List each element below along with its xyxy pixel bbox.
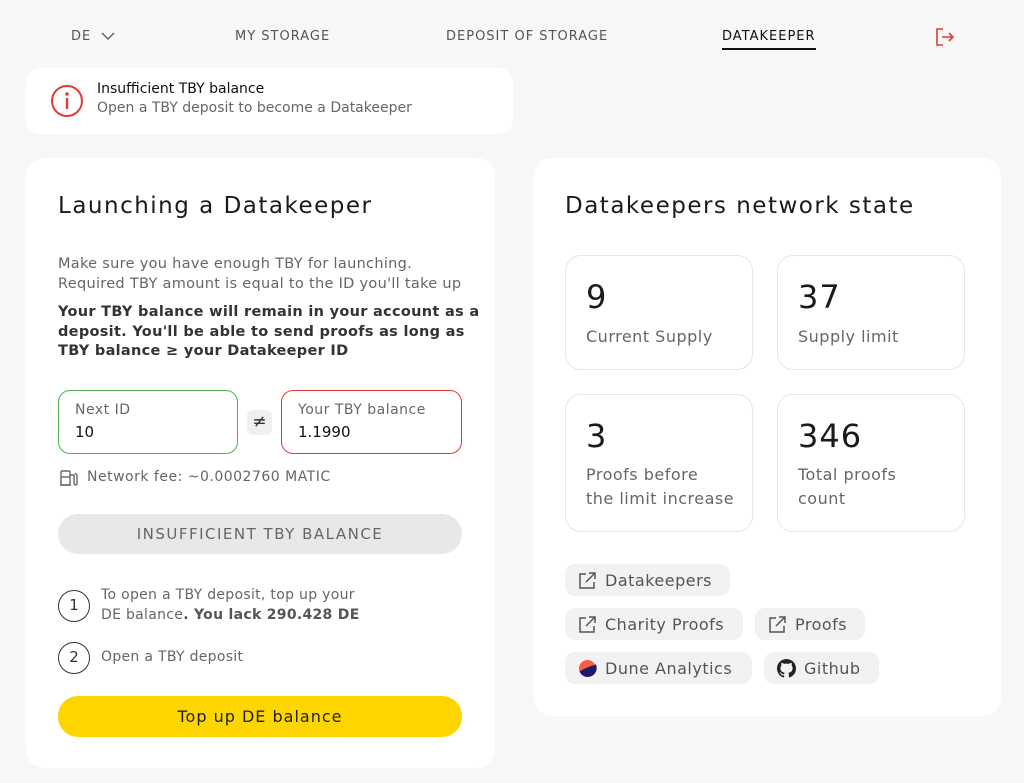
tby-balance-label: Your TBY balance xyxy=(298,402,426,418)
launch-desc-line2: Required TBY amount is equal to the ID y… xyxy=(58,276,462,292)
stat-value: 9 xyxy=(586,278,608,316)
link-label: Dune Analytics xyxy=(605,658,733,678)
launch-desc-line1: Make sure you have enough TBY for launch… xyxy=(58,256,413,272)
link-github[interactable]: Github xyxy=(764,652,879,684)
step-1-line2: DE balance. You lack 290.428 DE xyxy=(101,605,360,625)
stat-label-line1: Total proofs xyxy=(798,465,897,484)
chevron-down-icon xyxy=(101,32,115,41)
next-id-field[interactable]: Next ID xyxy=(58,390,238,454)
stat-proofs-before-increase: 3 Proofs before the limit increase xyxy=(565,394,753,532)
not-equal-sign: ≠ xyxy=(247,410,272,435)
link-label: Proofs xyxy=(795,614,848,634)
stat-label-line2: the limit increase xyxy=(586,489,735,508)
dune-logo-icon xyxy=(579,659,597,677)
stat-value: 346 xyxy=(798,417,863,455)
link-charity-proofs[interactable]: Charity Proofs xyxy=(565,608,743,640)
alert-subtitle: Open a TBY deposit to become a Datakeepe… xyxy=(97,100,412,116)
insufficient-balance-button[interactable]: INSUFFICIENT TBY BALANCE xyxy=(58,514,462,554)
link-proofs[interactable]: Proofs xyxy=(755,608,865,640)
info-icon xyxy=(51,85,83,117)
link-dune-analytics[interactable]: Dune Analytics xyxy=(565,652,752,684)
next-id-input[interactable] xyxy=(75,423,225,441)
external-link-icon xyxy=(579,571,596,589)
step-1-badge: 1 xyxy=(58,590,90,622)
stat-value: 3 xyxy=(586,417,608,455)
network-title: Datakeepers network state xyxy=(565,193,915,219)
stat-value: 37 xyxy=(798,278,841,316)
next-id-label: Next ID xyxy=(75,402,131,418)
stat-label-line2: count xyxy=(798,489,846,508)
link-label: Github xyxy=(804,658,861,678)
top-up-de-balance-button[interactable]: Top up DE balance xyxy=(58,696,462,737)
stat-label: Supply limit xyxy=(798,327,899,346)
nav-datakeeper[interactable]: DATAKEEPER xyxy=(722,29,816,50)
gas-pump-icon xyxy=(60,470,78,486)
launch-note-line3: TBY balance ≥ your Datakeeper ID xyxy=(58,343,349,359)
step-1-line1: To open a TBY deposit, top up your xyxy=(101,587,355,603)
external-link-icon xyxy=(579,615,596,633)
launch-datakeeper-card xyxy=(26,158,495,768)
link-datakeepers[interactable]: Datakeepers xyxy=(565,564,730,596)
stat-total-proofs: 346 Total proofs count xyxy=(777,394,965,532)
stat-current-supply: 9 Current Supply xyxy=(565,255,753,370)
language-selector[interactable]: DE xyxy=(71,29,115,44)
logout-icon[interactable] xyxy=(934,26,956,48)
external-link-icon xyxy=(769,615,786,633)
stat-supply-limit: 37 Supply limit xyxy=(777,255,965,370)
language-label: DE xyxy=(71,29,92,44)
top-navigation: DE MY STORAGE DEPOSIT OF STORAGE DATAKEE… xyxy=(0,0,1024,72)
step-2-text: Open a TBY deposit xyxy=(101,649,244,665)
nav-deposit-of-storage[interactable]: DEPOSIT OF STORAGE xyxy=(446,29,608,44)
launch-note-line2: deposit. You'll be able to send proofs a… xyxy=(58,324,465,340)
launch-title: Launching a Datakeeper xyxy=(58,193,373,219)
link-label: Charity Proofs xyxy=(605,614,725,634)
link-label: Datakeepers xyxy=(605,570,712,590)
tby-balance-input[interactable] xyxy=(298,423,448,441)
github-icon xyxy=(777,658,796,678)
tby-balance-field[interactable]: Your TBY balance xyxy=(281,390,462,454)
nav-my-storage[interactable]: MY STORAGE xyxy=(235,29,330,44)
network-fee: Network fee: ~0.0002760 MATIC xyxy=(87,469,331,485)
step-1-de-balance: DE balance xyxy=(101,607,184,623)
launch-note-line1: Your TBY balance will remain in your acc… xyxy=(58,304,480,320)
step-2-badge: 2 xyxy=(58,642,90,674)
stat-label-line1: Proofs before xyxy=(586,465,699,484)
stat-label: Current Supply xyxy=(586,327,713,346)
step-1-lack-amount: . You lack 290.428 DE xyxy=(183,607,360,623)
alert-title: Insufficient TBY balance xyxy=(97,81,265,97)
